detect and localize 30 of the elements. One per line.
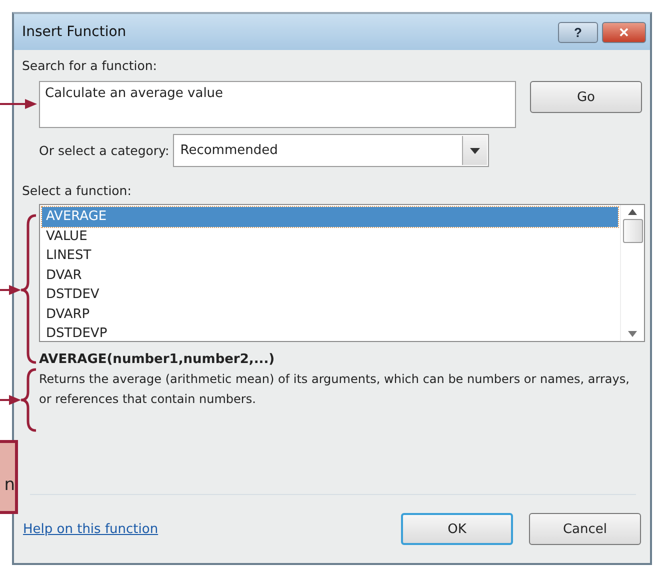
callout-arrow	[0, 285, 21, 295]
function-description: Returns the average (arithmetic mean) of its arguments, which can be numbers or names, arrays, or references that contain numbers.	[39, 371, 630, 408]
dropdown-arrow-icon	[470, 148, 480, 154]
category-label: Or select a category:	[39, 143, 170, 158]
callout-arrow	[0, 395, 21, 405]
category-dropdown[interactable]: Recommended	[173, 134, 490, 167]
function-list[interactable]: AVERAGE VALUE LINEST DVAR DSTDEV DVARP DSTDEVP	[39, 204, 645, 342]
callout-arrow	[0, 99, 37, 109]
search-field[interactable]: Calculate an average value	[39, 81, 516, 128]
function-list-label: Select a function:	[22, 183, 132, 198]
help-button[interactable]: ?	[558, 22, 598, 42]
go-button[interactable]: Go	[530, 81, 642, 113]
function-item[interactable]: AVERAGE	[42, 207, 618, 226]
function-item[interactable]: DSTDEV	[42, 285, 618, 304]
function-signature: AVERAGE(number1,number2,...)	[39, 352, 276, 367]
window-title: Insert Function	[22, 24, 128, 40]
cancel-button[interactable]: Cancel	[529, 513, 641, 545]
help-link[interactable]: Help on this function	[22, 522, 385, 536]
function-item[interactable]: DVAR	[42, 266, 618, 285]
callout-brace	[20, 368, 36, 432]
function-item[interactable]: LINEST	[42, 246, 618, 266]
scroll-thumb[interactable]	[622, 219, 642, 243]
function-item[interactable]: VALUE	[42, 226, 618, 246]
callout-box: n	[0, 440, 18, 514]
function-item[interactable]: DSTDEVP	[42, 324, 618, 344]
ok-button[interactable]: OK	[401, 513, 513, 545]
search-label: Search for a function:	[22, 58, 158, 73]
scroll-down-icon[interactable]	[628, 331, 637, 337]
function-item[interactable]: DVARP	[42, 304, 618, 324]
scroll-up-icon[interactable]	[628, 209, 637, 215]
